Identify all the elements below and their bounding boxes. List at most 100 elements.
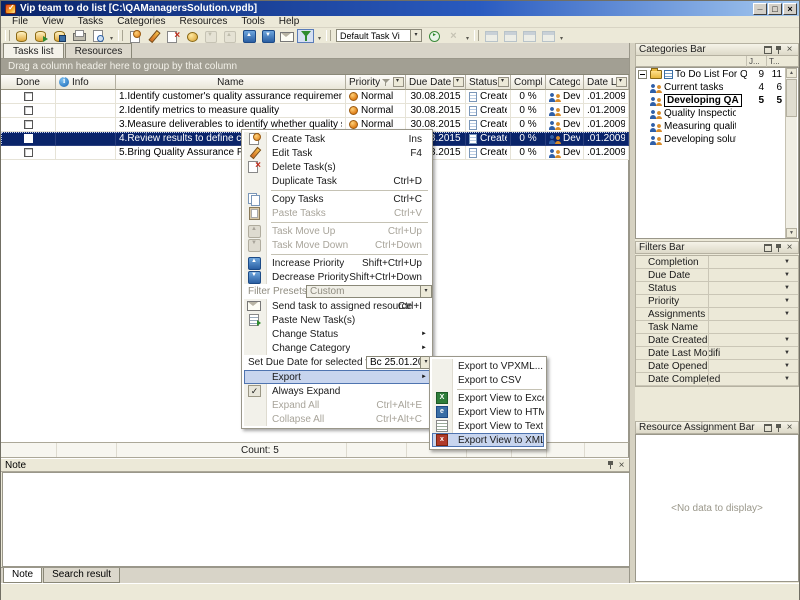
menu-help[interactable]: Help bbox=[272, 15, 307, 28]
context-menu-item-edit-task[interactable]: Edit TaskF4 bbox=[244, 146, 430, 160]
scroll-up-icon[interactable]: ▲ bbox=[786, 68, 797, 78]
column-header-priority[interactable]: Priority bbox=[346, 75, 406, 90]
context-menu-item-paste-new-task-s[interactable]: Paste New Task(s) bbox=[244, 313, 430, 327]
filter-row-assignments[interactable]: Assignments▼ bbox=[636, 308, 798, 321]
context-menu-item-create-task[interactable]: Create TaskIns bbox=[244, 132, 430, 146]
column-filter-icon[interactable] bbox=[616, 77, 627, 87]
menu-view[interactable]: View bbox=[35, 15, 71, 28]
category-item-measuring-quality[interactable]: Measuring quality bbox=[636, 120, 798, 133]
minimize-icon[interactable] bbox=[753, 3, 767, 15]
filter-dropdown-icon[interactable]: ▼ bbox=[784, 363, 790, 369]
context-menu-item-change-status[interactable]: Change Status► bbox=[244, 327, 430, 341]
apply-view-button[interactable] bbox=[426, 29, 443, 43]
context-menu-item-filter-presets[interactable]: Filter PresetsCustom▾ bbox=[244, 284, 430, 299]
submenu-item-export-view-to-html[interactable]: Export View to HTML bbox=[432, 405, 544, 419]
tree-scrollbar[interactable]: ▲▼ bbox=[785, 68, 797, 238]
toolbar-overflow-icon[interactable]: ▾ bbox=[318, 35, 321, 43]
column-header-category[interactable]: Category bbox=[546, 75, 584, 90]
filter-button[interactable] bbox=[297, 29, 314, 43]
submenu-item-export-to-vpxml[interactable]: Export to VPXML... bbox=[432, 359, 544, 373]
task-checkbox[interactable] bbox=[24, 134, 33, 143]
filters-pin-icon[interactable] bbox=[773, 242, 784, 253]
combo-dropdown-icon[interactable]: ▾ bbox=[420, 286, 431, 297]
assign-resource-button[interactable] bbox=[183, 29, 200, 43]
toolbar-overflow-icon[interactable]: ▾ bbox=[466, 35, 469, 43]
column-header-name[interactable]: Name bbox=[116, 75, 346, 90]
bottom-tab-note[interactable]: Note bbox=[3, 568, 42, 583]
note-content[interactable] bbox=[2, 472, 630, 567]
filter-dropdown-icon[interactable]: ▼ bbox=[784, 376, 790, 382]
categories-float-icon[interactable] bbox=[762, 44, 773, 55]
menu-file[interactable]: File bbox=[5, 15, 35, 28]
menu-tasks[interactable]: Tasks bbox=[71, 15, 111, 28]
context-menu-item-send-task-to-assigned-resource[interactable]: Send task to assigned resourceCtrl+I bbox=[244, 299, 430, 313]
submenu-item-export-view-to-excel[interactable]: Export View to Excel bbox=[432, 391, 544, 405]
submenu-item-export-view-to-text[interactable]: Export View to Text bbox=[432, 419, 544, 433]
tree-expander-icon[interactable] bbox=[638, 70, 647, 79]
close-icon[interactable] bbox=[783, 3, 797, 15]
context-menu-item-copy-tasks[interactable]: Copy TasksCtrl+C bbox=[244, 192, 430, 206]
filters-close-icon[interactable] bbox=[784, 242, 795, 253]
column-filter-icon[interactable] bbox=[453, 77, 464, 87]
tab-tasks-list[interactable]: Tasks list bbox=[3, 43, 64, 58]
note-pin-icon[interactable] bbox=[605, 460, 616, 471]
column-header-status[interactable]: Status bbox=[466, 75, 511, 90]
scroll-down-icon[interactable]: ▼ bbox=[786, 228, 797, 238]
filter-row-date-opened[interactable]: Date Opened▼ bbox=[636, 360, 798, 373]
delete-task-button[interactable] bbox=[164, 29, 181, 43]
filter-dropdown-icon[interactable]: ▼ bbox=[784, 350, 790, 356]
column-header-date-last[interactable]: Date Last bbox=[584, 75, 629, 90]
group-by-strip[interactable]: Drag a column header here to group by th… bbox=[1, 59, 631, 75]
context-menu-item-set-due-date-for-selected-tasks[interactable]: Set Due Date for selected tasksBc 25.01.… bbox=[244, 355, 430, 370]
column-header-done[interactable]: Done bbox=[1, 75, 56, 90]
print-preview-button[interactable] bbox=[89, 29, 106, 43]
print-button[interactable] bbox=[70, 29, 87, 43]
resource-float-icon[interactable] bbox=[762, 422, 773, 433]
category-item-developing-solution-for-improvem[interactable]: Developing solution for improvem bbox=[636, 133, 798, 146]
send-task-button[interactable] bbox=[278, 29, 295, 43]
menu-categories[interactable]: Categories bbox=[110, 15, 172, 28]
resource-pin-icon[interactable] bbox=[773, 422, 784, 433]
context-menu-item-change-category[interactable]: Change Category► bbox=[244, 341, 430, 355]
task-checkbox[interactable] bbox=[24, 120, 33, 129]
open-database-button[interactable] bbox=[32, 29, 49, 43]
set-due-date-for-selected-tasks-combo[interactable]: Bc 25.01.2009▾ bbox=[366, 356, 432, 369]
maximize-icon[interactable] bbox=[768, 3, 782, 15]
filter-row-status[interactable]: Status▼ bbox=[636, 282, 798, 295]
task-checkbox[interactable] bbox=[24, 92, 33, 101]
context-menu-item-duplicate-task[interactable]: Duplicate TaskCtrl+D bbox=[244, 174, 430, 188]
category-item-quality-inspection[interactable]: Quality Inspection bbox=[636, 107, 798, 120]
toolbar-overflow-icon[interactable]: ▾ bbox=[560, 35, 563, 43]
task-checkbox[interactable] bbox=[24, 106, 33, 115]
column-filter-icon[interactable] bbox=[393, 77, 404, 87]
context-menu-item-increase-priority[interactable]: Increase PriorityShift+Ctrl+Up bbox=[244, 256, 430, 270]
save-database-button[interactable] bbox=[51, 29, 68, 43]
category-item-current-tasks[interactable]: Current tasks46 bbox=[636, 81, 798, 94]
category-item-to-do-list-for-qa-managers[interactable]: To Do List For QA Managers911 bbox=[636, 68, 798, 81]
bottom-tab-search-result[interactable]: Search result bbox=[43, 568, 120, 583]
filter-row-priority[interactable]: Priority▼ bbox=[636, 295, 798, 308]
filter-row-completion[interactable]: Completion▼ bbox=[636, 256, 798, 269]
filter-dropdown-icon[interactable]: ▼ bbox=[784, 259, 790, 265]
task-row[interactable]: 2.Identify metrics to measure qualityNor… bbox=[1, 104, 629, 118]
new-database-button[interactable] bbox=[13, 29, 30, 43]
context-menu-item-decrease-priority[interactable]: Decrease PriorityShift+Ctrl+Down bbox=[244, 270, 430, 284]
column-header-info[interactable]: Info bbox=[56, 75, 116, 90]
menu-resources[interactable]: Resources bbox=[173, 15, 235, 28]
column-header-complete[interactable]: Complete bbox=[511, 75, 546, 90]
note-close-icon[interactable] bbox=[616, 460, 627, 471]
context-menu-item-always-expand[interactable]: Always Expand bbox=[244, 384, 430, 398]
task-checkbox[interactable] bbox=[24, 148, 33, 157]
create-task-button[interactable] bbox=[126, 29, 143, 43]
category-item-developing-qa-plan[interactable]: Developing QA Plan55 bbox=[636, 94, 798, 107]
filters-float-icon[interactable] bbox=[762, 242, 773, 253]
filter-row-date-last-modifi[interactable]: Date Last Modifi▼ bbox=[636, 347, 798, 360]
task-view-combo[interactable]: Default Task Vi▾ bbox=[336, 29, 422, 42]
filter-dropdown-icon[interactable]: ▼ bbox=[784, 272, 790, 278]
filter-dropdown-icon[interactable]: ▼ bbox=[784, 337, 790, 343]
tab-resources[interactable]: Resources bbox=[65, 43, 133, 58]
context-menu-item-delete-task-s[interactable]: Delete Task(s) bbox=[244, 160, 430, 174]
column-filter-icon[interactable] bbox=[498, 77, 509, 87]
menu-tools[interactable]: Tools bbox=[234, 15, 271, 28]
submenu-item-export-view-to-xml[interactable]: Export View to XML bbox=[432, 433, 544, 447]
